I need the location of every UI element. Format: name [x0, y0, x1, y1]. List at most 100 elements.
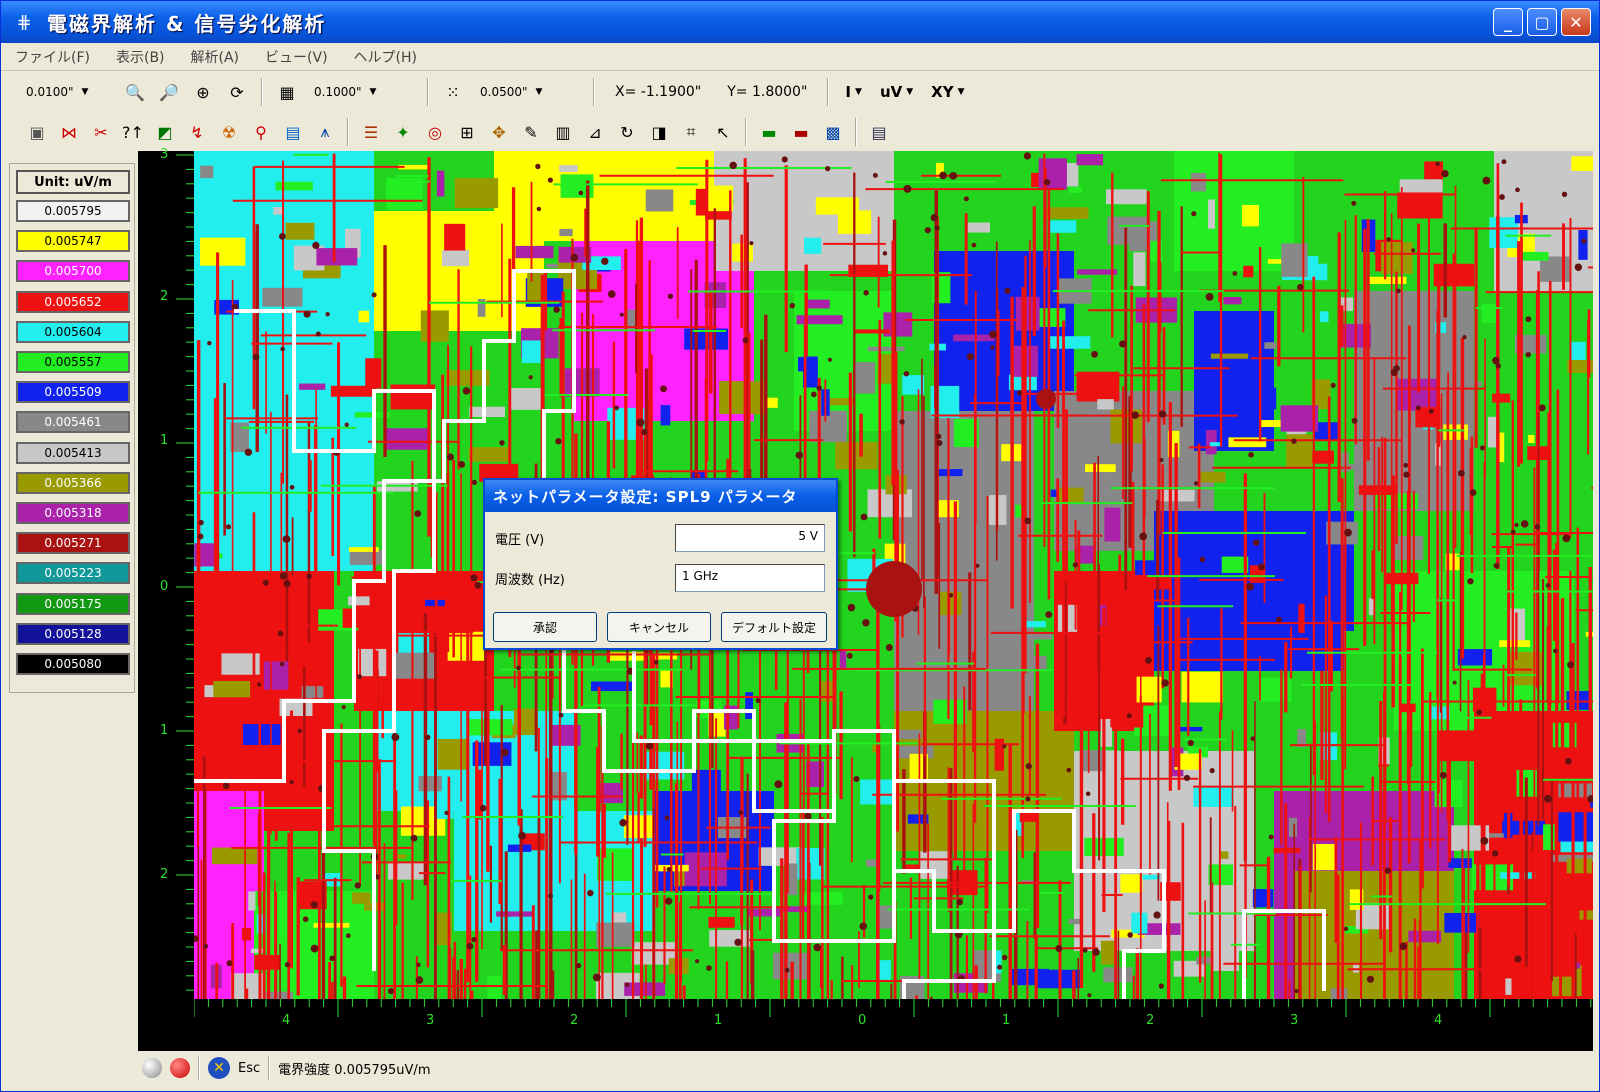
net-select-icon[interactable]: ⋈	[55, 118, 83, 146]
pitch-combo[interactable]: 0.0500" ▼	[473, 79, 583, 105]
title-bar[interactable]: ⋕ 電磁界解析 & 信号劣化解析 _ ▢ ✕	[1, 1, 1599, 43]
red-board-icon[interactable]: ▬	[787, 118, 815, 146]
legend-item: 0.005747	[16, 230, 130, 253]
chevron-down-icon: ▼	[535, 87, 543, 97]
toolbar-separator	[427, 78, 429, 106]
window-title: 電磁界解析 & 信号劣化解析	[47, 11, 327, 36]
radiation-icon[interactable]: ☢	[215, 118, 243, 146]
net-deselect-icon[interactable]: ✂	[87, 118, 115, 146]
menu-bar: ファイル(F) 表示(B) 解析(A) ビュー(V) ヘルプ(H)	[1, 43, 1599, 71]
menu-analysis[interactable]: 解析(A)	[191, 47, 240, 67]
green-board-icon[interactable]: ▬	[755, 118, 783, 146]
cancel-button[interactable]: キャンセル	[607, 612, 711, 642]
component-icon[interactable]: ✦	[389, 118, 417, 146]
horizontal-ruler: 4 3 2 1 0 1 2 3 4	[193, 999, 1593, 1051]
probe-icon[interactable]: ⚲	[247, 118, 275, 146]
legend-item: 0.005652	[16, 290, 130, 313]
gray-led-icon	[142, 1058, 162, 1078]
stack-icon[interactable]: ☰	[357, 118, 385, 146]
grid-table-icon[interactable]: ⊞	[453, 118, 481, 146]
chevron-down-icon: ▼	[855, 87, 862, 97]
snap-value: 0.1000"	[314, 85, 362, 99]
cursor-icon[interactable]: ↖	[709, 118, 737, 146]
esc-icon[interactable]: ✕	[208, 1057, 230, 1079]
vertical-ruler: 3 2 1 0 1 2	[138, 147, 194, 999]
unit-combo[interactable]: uV ▼	[874, 83, 919, 101]
edit-icon[interactable]: ✎	[517, 118, 545, 146]
measure-icon[interactable]: ⌗	[677, 118, 705, 146]
layer-icon[interactable]: ◩	[151, 118, 179, 146]
zoom-out-icon[interactable]: 🔎	[155, 78, 183, 106]
route-icon[interactable]: ↯	[183, 118, 211, 146]
legend-item: 0.005700	[16, 260, 130, 283]
mirror-icon[interactable]: ⊿	[581, 118, 609, 146]
net-parameter-dialog: ネットパラメータ設定: SPL9 パラメータ 電圧 (V) 5 V 周波数 (H…	[483, 478, 838, 650]
window-controls: _ ▢ ✕	[1493, 8, 1591, 36]
color-legend: Unit: uV/m 0.005795 0.005747 0.005700 0.005…	[9, 163, 135, 693]
rotate-icon[interactable]: ↻	[613, 118, 641, 146]
v-ruler-label: 1	[160, 433, 169, 448]
horizontal-ruler-ticks	[193, 999, 1592, 1017]
toolbar-separator	[745, 118, 747, 146]
maximize-button[interactable]: ▢	[1527, 8, 1557, 36]
dialog-title[interactable]: ネットパラメータ設定: SPL9 パラメータ	[485, 480, 836, 512]
toolbar-separator	[347, 118, 349, 146]
pcb-field-map[interactable]	[194, 151, 1593, 999]
waveform-icon[interactable]: ⩚	[311, 118, 339, 146]
analysis-canvas[interactable]: 3 2 1 0 1 2 4 3 2 1 0 1 2 3 4	[138, 147, 1593, 1051]
toolbar-separator	[593, 78, 595, 106]
status-separator	[198, 1056, 200, 1080]
frequency-label: 周波数 (Hz)	[495, 572, 565, 588]
menu-file[interactable]: ファイル(F)	[15, 47, 90, 67]
help-pointer-icon[interactable]: ?↑	[119, 118, 147, 146]
legend-item: 0.005128	[16, 622, 130, 645]
refresh-icon[interactable]: ⟳	[223, 78, 251, 106]
book-icon[interactable]: ◨	[645, 118, 673, 146]
panel-icon[interactable]: ▤	[865, 118, 893, 146]
menu-view[interactable]: 表示(B)	[116, 47, 165, 67]
menu-viewer[interactable]: ビュー(V)	[265, 47, 328, 67]
target-icon[interactable]: ◎	[421, 118, 449, 146]
status-bar: ✕ Esc 電界強度 0.005795uV/m	[138, 1051, 1593, 1085]
legend-item: 0.005271	[16, 532, 130, 555]
default-settings-button[interactable]: デフォルト設定	[721, 612, 827, 642]
chevron-down-icon: ▼	[957, 87, 965, 97]
grid-icon[interactable]: ▦	[273, 78, 301, 106]
snap-combo[interactable]: 0.1000" ▼	[307, 79, 417, 105]
menu-help[interactable]: ヘルプ(H)	[354, 47, 417, 67]
voltage-row: 電圧 (V) 5 V	[495, 524, 830, 552]
toolbar-separator	[261, 78, 263, 106]
toolbar-primary: 0.0100" ▼ 🔍 🔎 ⊕ ⟳ ▦ 0.1000" ▼ ⁙ 0.0500" ▼ X…	[1, 73, 1599, 111]
frequency-input[interactable]: 1 GHz	[675, 564, 825, 592]
plane-combo[interactable]: XY ▼	[925, 83, 970, 101]
chip-icon[interactable]: ▩	[819, 118, 847, 146]
ok-button[interactable]: 承認	[493, 612, 597, 642]
legend-item: 0.005223	[16, 562, 130, 585]
toolbar-separator	[827, 78, 830, 106]
h-ruler-label: 2	[1146, 1013, 1155, 1028]
legend-item: 0.005557	[16, 351, 130, 373]
open-project-icon[interactable]: ▣	[23, 118, 51, 146]
frequency-row: 周波数 (Hz) 1 GHz	[495, 564, 830, 592]
chart-icon[interactable]: ▥	[549, 118, 577, 146]
move-icon[interactable]: ✥	[485, 118, 513, 146]
minimize-button[interactable]: _	[1493, 8, 1523, 36]
h-ruler-label: 3	[1290, 1013, 1299, 1028]
monitor-icon[interactable]: ▤	[279, 118, 307, 146]
esc-label: Esc	[238, 1060, 261, 1076]
x-coordinate: X= -1.1900"	[615, 84, 702, 100]
h-ruler-label: 0	[858, 1013, 867, 1028]
grid-combo[interactable]: 0.0100" ▼	[19, 79, 115, 105]
toolbar-tools: ▣ ⋈ ✂ ?↑ ◩ ↯ ☢ ⚲ ▤ ⩚ ☰ ✦ ◎ ⊞ ✥ ✎ ▥ ⊿ ↻ ◨…	[1, 113, 1599, 151]
zoom-in-icon[interactable]: 🔍	[121, 78, 149, 106]
legend-item: 0.005413	[16, 441, 130, 464]
zoom-fit-icon[interactable]: ⊕	[189, 78, 217, 106]
legend-item: 0.005318	[16, 502, 130, 524]
h-ruler-label: 3	[426, 1013, 435, 1028]
legend-item: 0.005604	[16, 320, 130, 343]
close-button[interactable]: ✕	[1561, 8, 1591, 36]
voltage-input[interactable]: 5 V	[675, 524, 825, 552]
mode-combo[interactable]: I ▼	[839, 83, 868, 101]
pcb-layout-image	[194, 151, 1593, 999]
dot-grid-icon[interactable]: ⁙	[439, 78, 467, 106]
